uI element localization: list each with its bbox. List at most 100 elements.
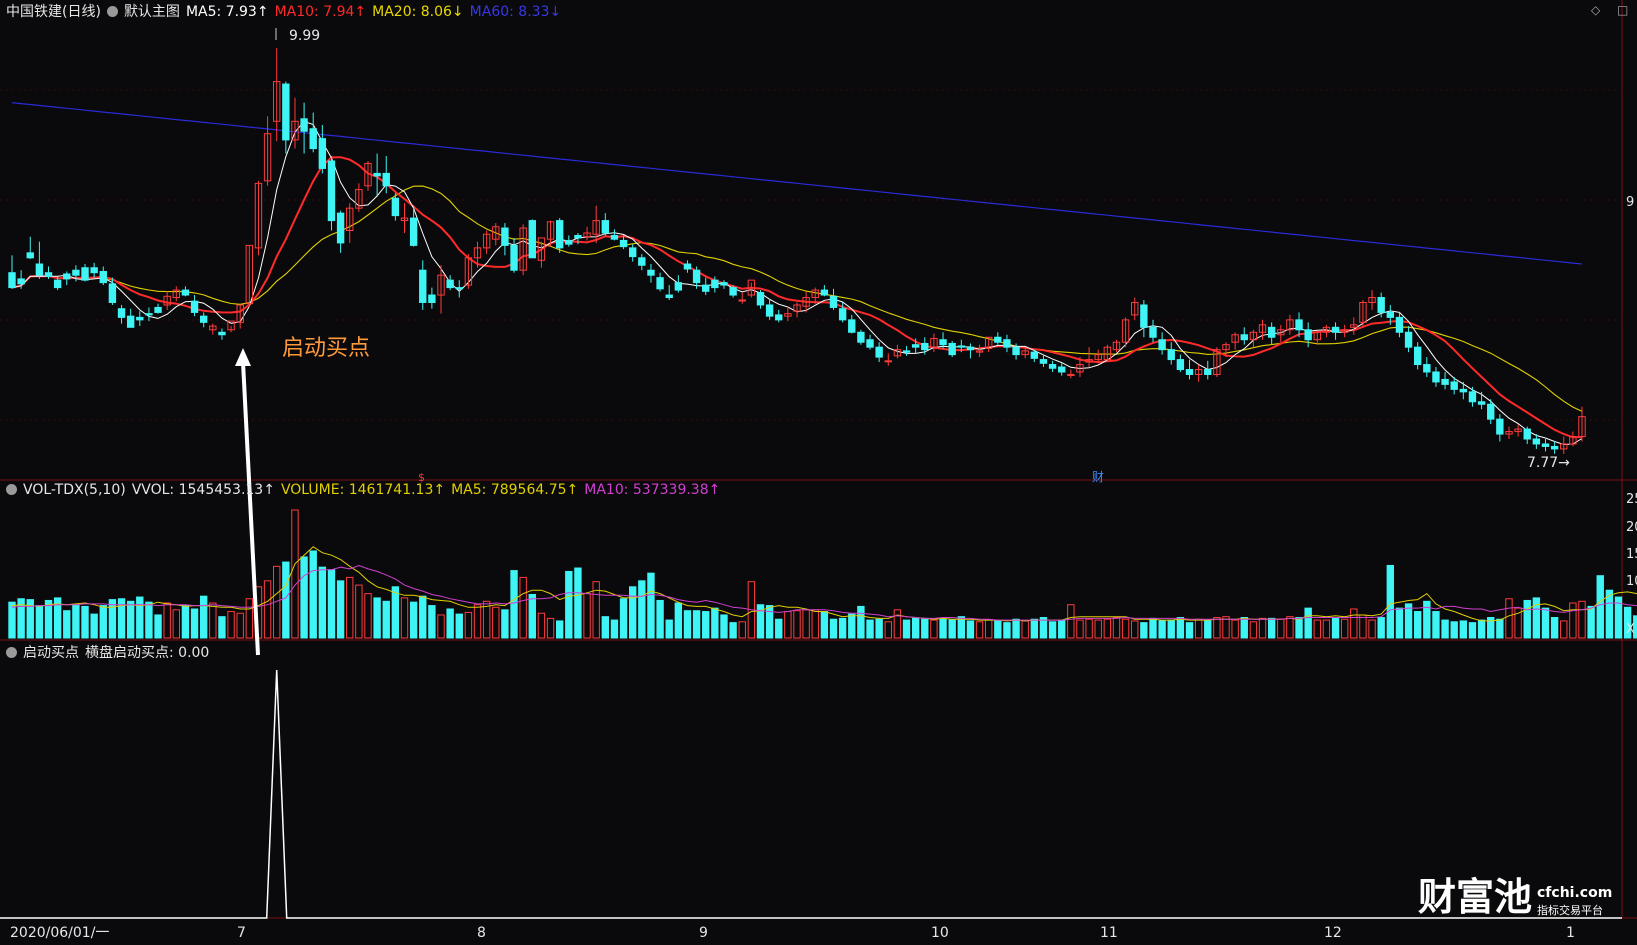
volume-bar bbox=[318, 566, 327, 639]
candle bbox=[254, 180, 263, 256]
candle-body bbox=[647, 269, 655, 276]
candle-body bbox=[126, 315, 135, 328]
volume-bar bbox=[1085, 618, 1093, 639]
candle bbox=[1131, 297, 1139, 320]
candle-body bbox=[665, 294, 673, 299]
candle-body bbox=[1176, 359, 1185, 371]
candle bbox=[1523, 426, 1531, 444]
template-name[interactable]: 默认主图 bbox=[124, 4, 180, 20]
candle bbox=[273, 48, 281, 142]
candle-body bbox=[1295, 319, 1303, 331]
candle-body bbox=[1477, 401, 1486, 405]
month-8: 8 bbox=[477, 925, 486, 941]
volume-bar bbox=[346, 576, 354, 639]
candle-body bbox=[1459, 388, 1468, 393]
candle bbox=[1560, 436, 1568, 454]
candle bbox=[1058, 363, 1066, 376]
candle bbox=[528, 219, 536, 259]
volume-bar bbox=[263, 580, 272, 639]
volume-bar bbox=[1377, 617, 1385, 639]
candle-body bbox=[108, 283, 117, 303]
candle bbox=[99, 266, 107, 286]
candle bbox=[1194, 364, 1203, 382]
candle-body bbox=[683, 263, 692, 270]
candle-body bbox=[1523, 428, 1531, 440]
candle bbox=[236, 304, 244, 329]
volume-bar bbox=[154, 614, 162, 639]
candle-body bbox=[1149, 326, 1157, 338]
candle-body bbox=[1550, 445, 1559, 450]
candle bbox=[601, 213, 610, 236]
volume-bar bbox=[966, 620, 975, 639]
volume-bar bbox=[1532, 597, 1541, 639]
candle bbox=[1176, 354, 1185, 372]
volume-bar bbox=[90, 613, 98, 639]
volume-bar bbox=[984, 619, 993, 639]
candle bbox=[1286, 314, 1294, 335]
candle bbox=[866, 334, 874, 350]
ma20-value: MA20: 8.06↓ bbox=[372, 4, 464, 20]
candle-body bbox=[1377, 297, 1385, 313]
volume-bar bbox=[930, 619, 938, 639]
candle-body bbox=[601, 220, 610, 234]
buy-point-label: 启动买点 bbox=[282, 336, 370, 361]
volume-bar bbox=[884, 621, 892, 639]
volume-bar bbox=[291, 509, 299, 639]
ma5-path bbox=[11, 120, 1583, 446]
stock-chart-window: 9.99 7.77→ 启动买点 财 $ 2020/06/01/一 7 8 9 1… bbox=[0, 0, 1637, 945]
candle-body bbox=[674, 282, 683, 291]
volume-bar bbox=[1560, 620, 1568, 639]
candle-body bbox=[838, 308, 847, 321]
candle bbox=[902, 345, 911, 356]
candle-body bbox=[373, 172, 381, 177]
candle-body bbox=[738, 299, 746, 302]
vol-ma5-value: MA5: 789564.75↑ bbox=[451, 482, 579, 498]
volume-bar bbox=[720, 614, 728, 639]
volume-bar bbox=[1076, 619, 1084, 639]
volume-bar bbox=[866, 619, 874, 639]
candle bbox=[90, 262, 98, 278]
candle-body bbox=[1395, 316, 1404, 333]
candle bbox=[1423, 357, 1431, 377]
candle bbox=[638, 254, 646, 271]
candle bbox=[884, 353, 892, 366]
candle bbox=[656, 272, 664, 292]
candle bbox=[975, 344, 984, 358]
volume-bar bbox=[145, 601, 153, 639]
candle-body bbox=[775, 314, 783, 321]
volume-bar bbox=[409, 601, 418, 639]
volume-settings-icon[interactable] bbox=[6, 484, 17, 495]
volume-bar bbox=[601, 616, 610, 639]
candle bbox=[583, 226, 591, 241]
volume-bar bbox=[136, 596, 144, 639]
candle bbox=[309, 112, 317, 153]
volume-bar bbox=[1450, 621, 1458, 639]
candle bbox=[209, 323, 217, 335]
candle-body bbox=[1386, 311, 1395, 318]
candle bbox=[327, 156, 336, 231]
volume-bar bbox=[1569, 602, 1577, 639]
candle bbox=[126, 308, 135, 328]
candle bbox=[1140, 300, 1148, 338]
candle bbox=[1112, 339, 1121, 353]
volume-bar bbox=[784, 611, 792, 639]
indicator-settings-icon[interactable] bbox=[6, 647, 17, 658]
volume-bar bbox=[1121, 618, 1130, 639]
volume-bar bbox=[492, 606, 500, 639]
candle-body bbox=[729, 287, 737, 296]
candle-body bbox=[966, 346, 975, 351]
settings-icon[interactable] bbox=[106, 6, 118, 17]
maximize-icon[interactable]: □ bbox=[1617, 3, 1628, 17]
candle bbox=[510, 237, 518, 273]
candle bbox=[519, 224, 527, 276]
volume-bar bbox=[1359, 614, 1367, 639]
ma5-line bbox=[11, 120, 1583, 446]
ma60-line bbox=[11, 102, 1583, 265]
price-tick: 9 bbox=[1626, 195, 1634, 210]
candle bbox=[875, 342, 883, 363]
candle-body bbox=[720, 282, 728, 286]
collapse-icon[interactable]: ◇ bbox=[1591, 3, 1600, 17]
volume-bar bbox=[419, 595, 427, 639]
candle-body bbox=[1167, 349, 1175, 361]
volume-bar bbox=[1386, 564, 1395, 639]
